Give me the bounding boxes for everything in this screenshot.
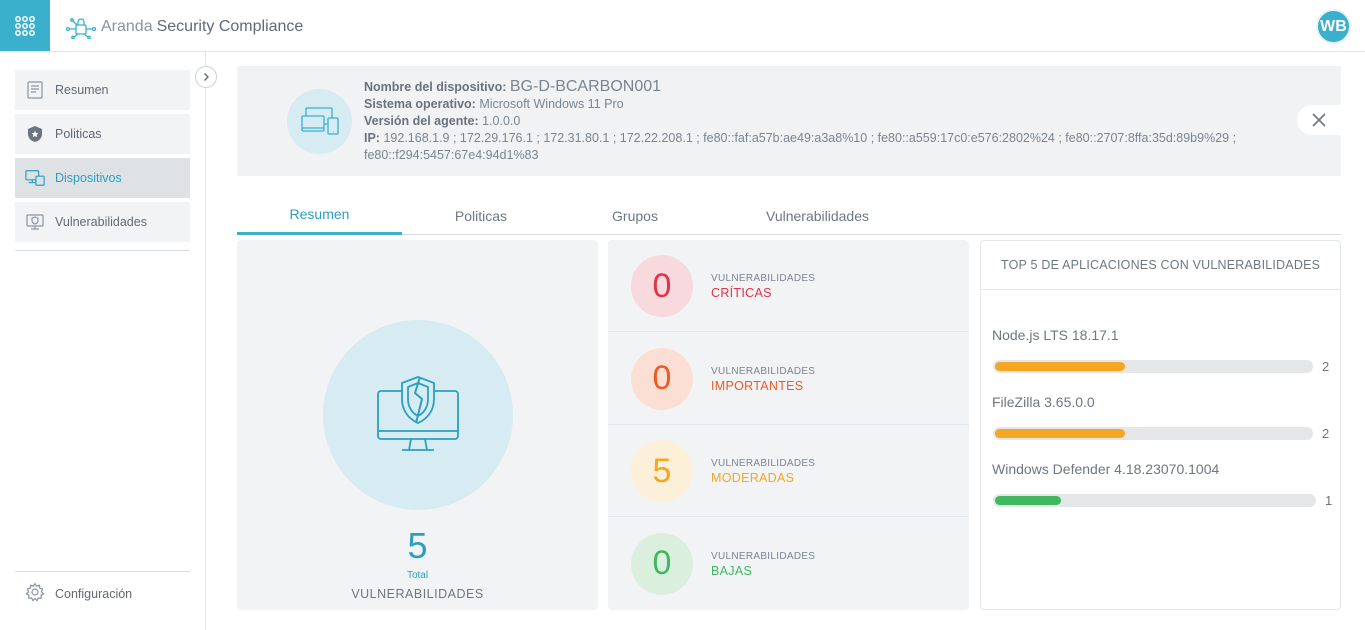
device-ip-label: IP:	[364, 131, 380, 145]
device-agent-line: Versión del agente: 1.0.0.0	[364, 113, 1294, 130]
document-icon	[25, 80, 45, 100]
top5-apps-panel: TOP 5 DE APLICACIONES CON VULNERABILIDAD…	[980, 240, 1341, 610]
severity-panel: 0 VULNERABILIDADES CRÍTICAS 0 VULNERABILIDAD…	[608, 240, 969, 610]
device-os-label: Sistema operativo:	[364, 97, 476, 111]
sidebar-item-configuracion[interactable]: Configuración	[15, 581, 190, 607]
app-name: Node.js LTS 18.17.1	[992, 327, 1119, 343]
app-vuln-count: 2	[1322, 426, 1330, 441]
severity-caption: VULNERABILIDADES	[711, 458, 816, 469]
config-label: Configuración	[55, 587, 133, 601]
severity-caption: VULNERABILIDADES	[711, 365, 816, 377]
app-name: Windows Defender 4.18.23070.1004	[992, 461, 1220, 477]
device-info: Nombre del dispositivo: BG-D-BCARBON001 …	[364, 78, 1294, 164]
monitor-shield-icon	[25, 212, 45, 232]
severity-text: VULNERABILIDADES MODERADAS	[711, 458, 815, 485]
top-bar: Aranda Security Compliance WB	[0, 0, 1365, 52]
device-name-line: Nombre del dispositivo: BG-D-BCARBON001	[364, 78, 1294, 96]
sidebar-divider	[15, 250, 190, 251]
app-vuln-count: 1	[1325, 493, 1333, 508]
brand-logo: Aranda Security Compliance	[65, 14, 303, 40]
severity-level: BAJAS	[711, 563, 753, 578]
apps-grid-icon	[15, 15, 35, 36]
severity-level: CRÍTICAS	[711, 286, 772, 300]
app-row[interactable]: FileZilla 3.65.0.0 2	[992, 394, 1332, 454]
user-avatar[interactable]: WB	[1316, 9, 1351, 44]
sidebar-collapse-button[interactable]	[195, 66, 217, 88]
brand-aranda-text: Aranda	[101, 18, 153, 35]
sidebar-item-label: Vulnerabilidades	[55, 215, 147, 229]
sidebar-item-vulnerabilidades[interactable]: Vulnerabilidades	[15, 202, 190, 242]
severity-count-badge: 0	[631, 532, 693, 595]
severity-count-badge: 0	[631, 347, 693, 410]
device-ip-line: IP: 192.168.1.9 ; 172.29.176.1 ; 172.31.…	[364, 130, 1294, 164]
severity-text: VULNERABILIDADES CRÍTICAS	[711, 273, 815, 300]
total-vulnerabilities-count: 5	[407, 525, 428, 566]
device-os-value: Microsoft Windows 11 Pro	[479, 97, 624, 111]
top5-title: TOP 5 DE APLICACIONES CON VULNERABILIDAD…	[981, 241, 1340, 290]
vulnerability-summary-circle	[323, 320, 513, 510]
app-vuln-bar-fill	[995, 496, 1061, 505]
device-header: Nombre del dispositivo: BG-D-BCARBON001 …	[237, 66, 1341, 176]
app-row[interactable]: Windows Defender 4.18.23070.1004 1	[992, 461, 1332, 521]
severity-text: VULNERABILIDADES IMPORTANTES	[711, 366, 815, 393]
device-agent-value: 1.0.0.0	[482, 114, 521, 128]
app-vuln-bar-fill	[995, 429, 1125, 438]
app-name: FileZilla 3.65.0.0	[992, 394, 1095, 410]
app-vuln-count: 2	[1322, 359, 1330, 374]
severity-level: IMPORTANTES	[711, 378, 804, 393]
gear-icon	[25, 581, 45, 607]
device-os-line: Sistema operativo: Microsoft Windows 11 …	[364, 96, 1294, 113]
shield-star-icon	[25, 124, 45, 144]
device-agent-label: Versión del agente:	[364, 114, 479, 128]
severity-level: MODERADAS	[711, 471, 795, 485]
total-label: Total	[406, 570, 429, 581]
severity-row[interactable]: 5 VULNERABILIDADES MODERADAS	[608, 425, 969, 517]
sidebar-item-label: Politicas	[55, 127, 102, 141]
chevron-right-icon	[204, 73, 209, 81]
device-name-label: Nombre del dispositivo:	[364, 80, 507, 94]
close-icon	[1312, 113, 1326, 127]
app-vuln-bar	[993, 360, 1313, 373]
tab-grupos[interactable]: Grupos	[560, 196, 710, 235]
severity-row[interactable]: 0 VULNERABILIDADES IMPORTANTES	[608, 333, 969, 425]
sidebar-item-label: Dispositivos	[55, 171, 122, 185]
sidebar: Resumen Politicas Dispositivos Vulnerabi…	[0, 52, 206, 630]
devices-icon	[25, 168, 45, 188]
app-row[interactable]: Node.js LTS 18.17.1 2	[992, 327, 1332, 387]
device-ip-value: 192.168.1.9 ; 172.29.176.1 ; 172.31.80.1…	[364, 131, 1237, 162]
tab-politicas[interactable]: Politicas	[402, 196, 560, 235]
sidebar-item-politicas[interactable]: Politicas	[15, 114, 190, 154]
device-name-value: BG-D-BCARBON001	[509, 78, 662, 95]
brand-product-text: Security Compliance	[156, 18, 304, 35]
apps-grid-button[interactable]	[0, 0, 50, 51]
app-vuln-bar	[993, 494, 1316, 507]
sidebar-item-label: Resumen	[55, 83, 109, 97]
severity-text: VULNERABILIDADES BAJAS	[711, 551, 815, 578]
sidebar-divider	[15, 571, 190, 572]
sidebar-item-resumen[interactable]: Resumen	[15, 70, 190, 110]
app-vuln-bar	[993, 427, 1313, 440]
tab-vulnerabilidades[interactable]: Vulnerabilidades	[710, 196, 925, 235]
severity-row[interactable]: 0 VULNERABILIDADES BAJAS	[608, 518, 969, 610]
tab-bar: Resumen Politicas Grupos Vulnerabilidade…	[237, 196, 1341, 235]
tab-resumen[interactable]: Resumen	[237, 196, 402, 235]
lock-network-icon	[65, 18, 97, 39]
severity-count-badge: 5	[631, 440, 693, 502]
severity-count-badge: 0	[631, 255, 693, 317]
monitor-broken-shield-icon	[377, 376, 459, 451]
close-button[interactable]	[1297, 105, 1341, 135]
severity-caption: VULNERABILIDADES	[711, 273, 816, 284]
severity-row[interactable]: 0 VULNERABILIDADES CRÍTICAS	[608, 240, 969, 332]
app-vuln-bar-fill	[995, 362, 1125, 371]
vulnerabilities-label: VULNERABILIDADES	[351, 587, 484, 601]
sidebar-item-dispositivos[interactable]: Dispositivos	[15, 158, 190, 198]
device-avatar	[287, 89, 352, 154]
devices-icon	[300, 106, 339, 135]
summary-panel: 5 Total VULNERABILIDADES	[237, 240, 598, 610]
severity-caption: VULNERABILIDADES	[711, 550, 816, 562]
